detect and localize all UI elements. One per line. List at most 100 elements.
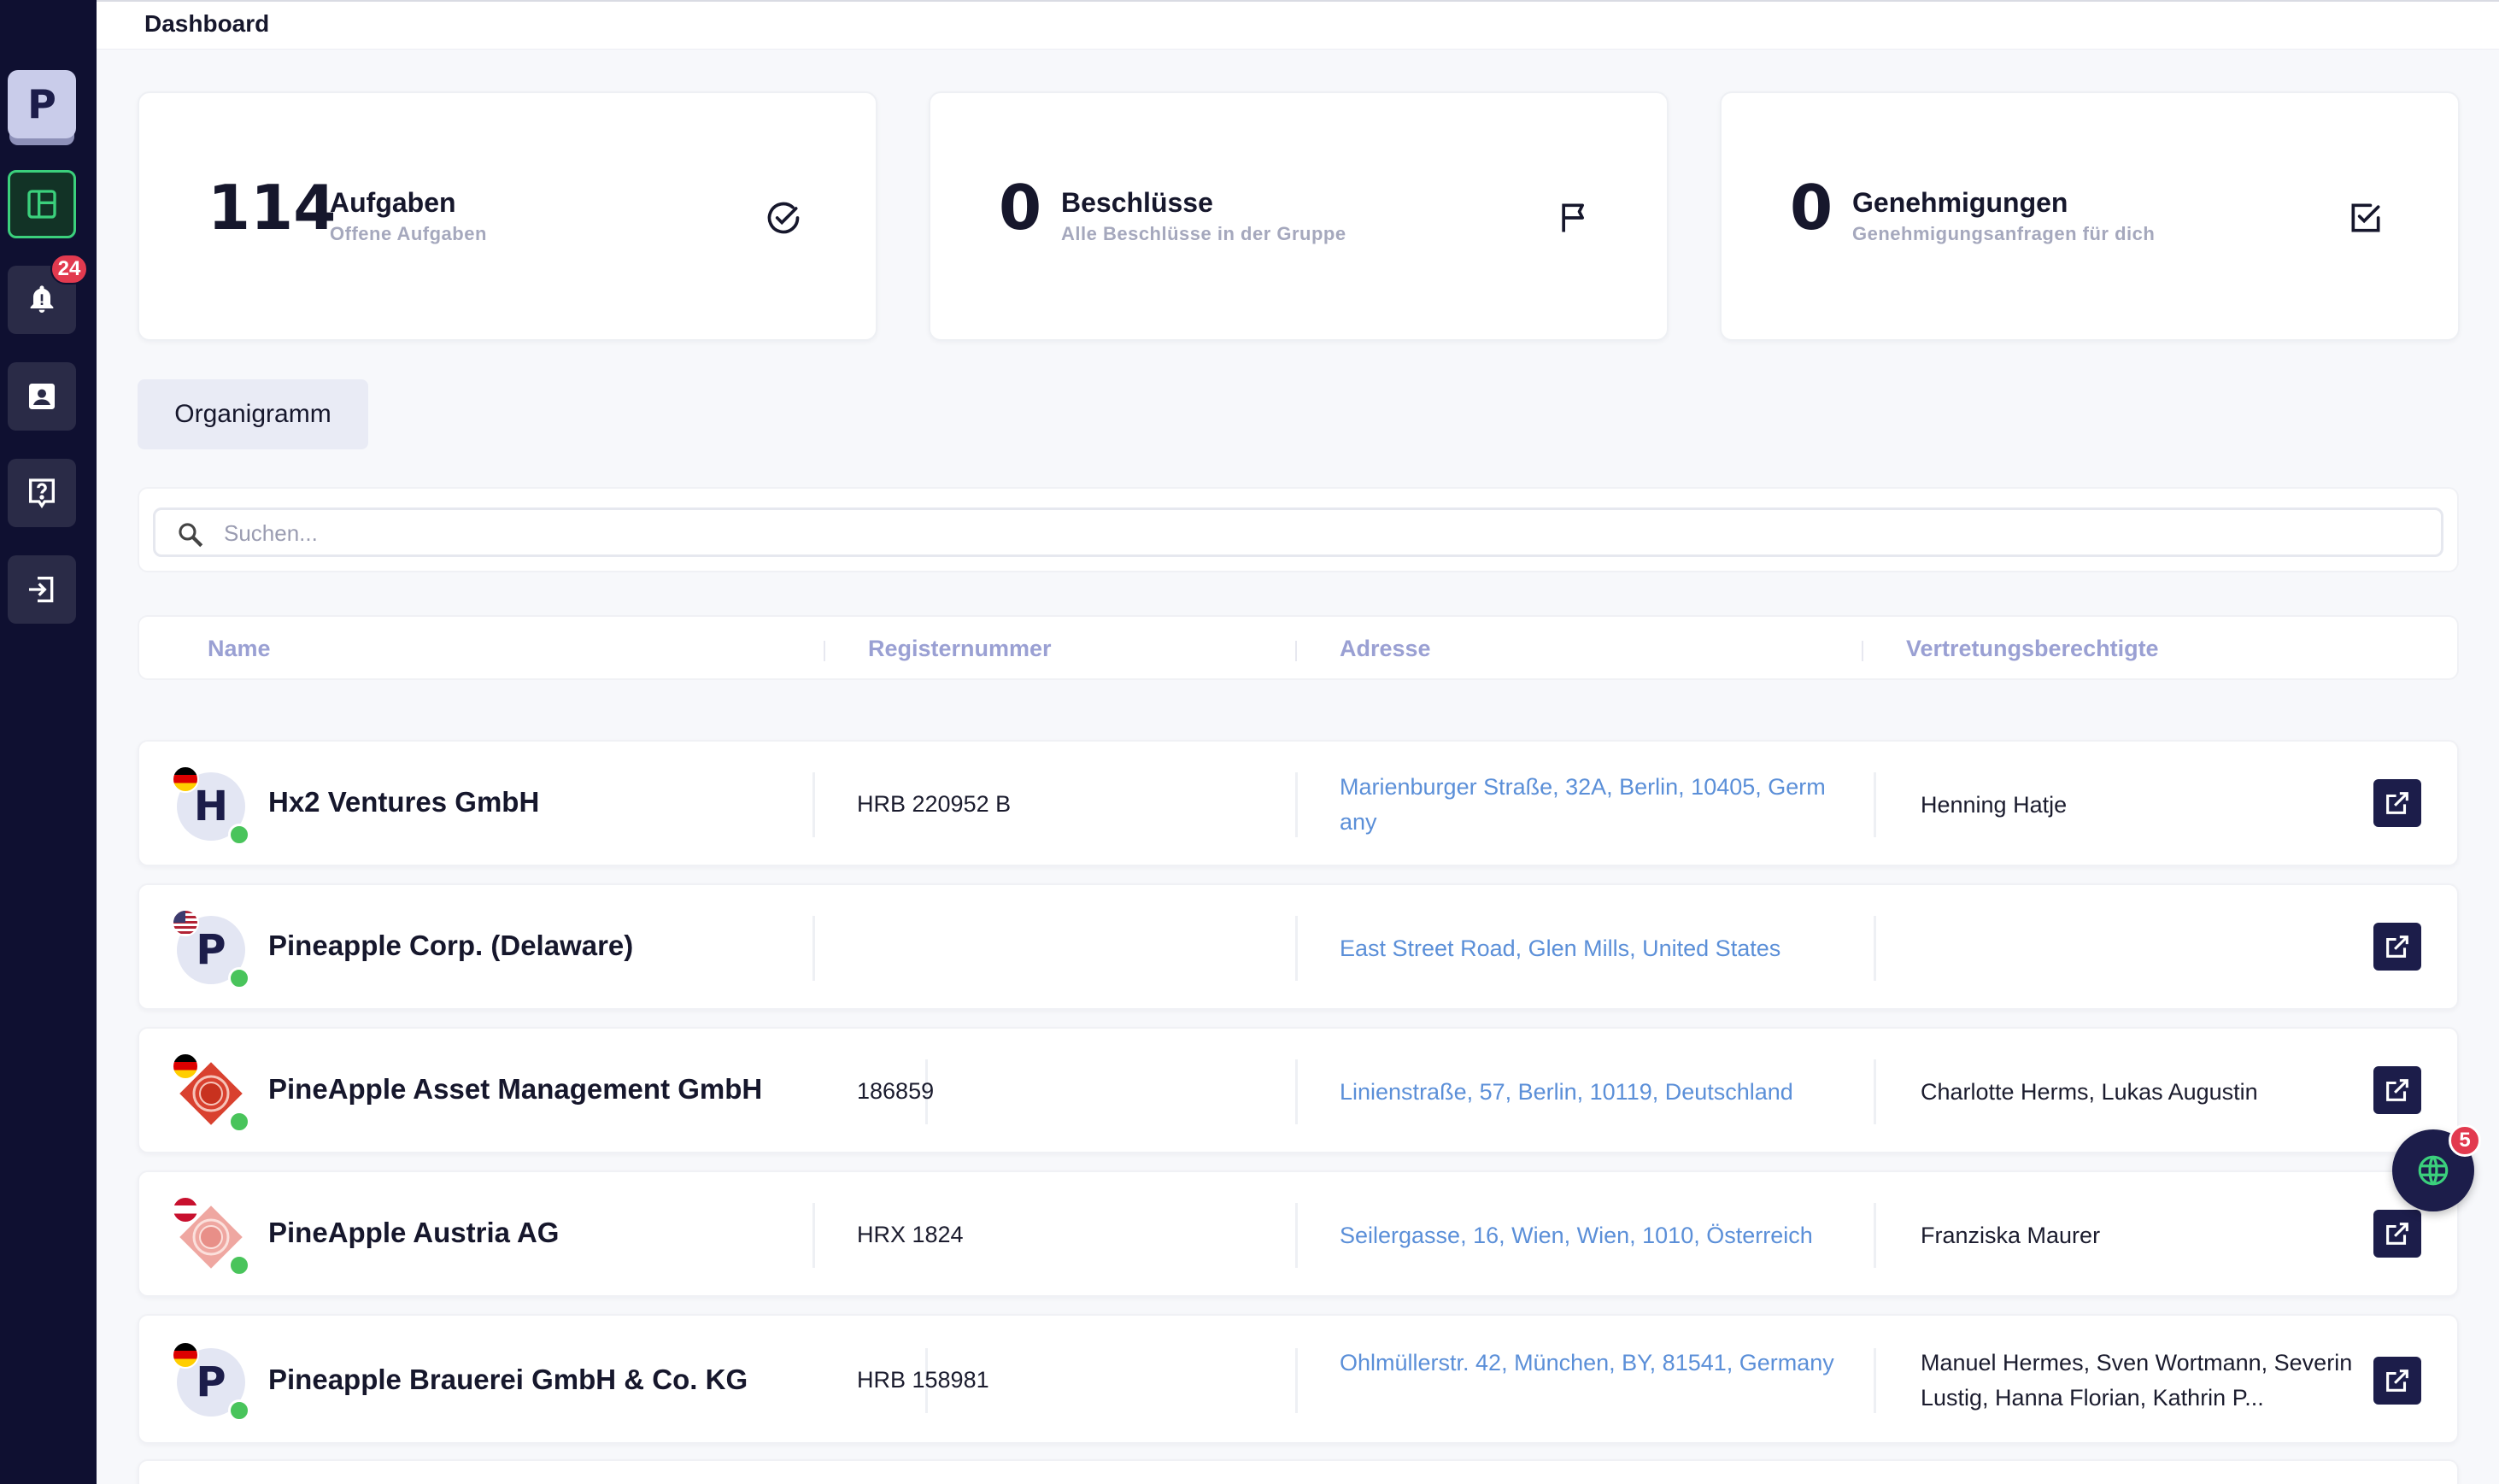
sidebar-item-help[interactable] <box>8 459 76 527</box>
logout-icon <box>29 577 54 602</box>
online-status-indicator <box>228 1399 250 1422</box>
germany-flag-icon <box>172 1341 199 1369</box>
column-divider <box>1295 916 1298 981</box>
column-divider <box>812 1203 815 1268</box>
notification-badge: 24 <box>50 254 88 284</box>
open-button[interactable] <box>2373 779 2421 827</box>
column-divider <box>1874 1348 1876 1413</box>
online-status-indicator <box>228 1111 250 1133</box>
austria-flag-icon <box>172 1196 199 1223</box>
register-number: 186859 <box>857 1078 935 1104</box>
table-row[interactable]: PineApple Asset Management GmbH 186859 L… <box>138 1027 2459 1153</box>
sidebar-item-notifications[interactable]: 24 <box>8 254 88 334</box>
germany-flag-icon <box>172 765 199 793</box>
column-divider <box>1295 1348 1298 1413</box>
table-row[interactable]: PineApple Austria AG HRX 1824 Seilergass… <box>138 1170 2459 1297</box>
company-name: PineApple Austria AG <box>268 1217 560 1248</box>
column-header-name[interactable]: Name <box>208 636 271 662</box>
stat-value: 0 <box>1790 172 1833 243</box>
company-avatar <box>172 1196 250 1276</box>
register-number: HRB 158981 <box>857 1367 989 1393</box>
register-number: HRB 220952 B <box>857 791 1012 817</box>
flag-icon <box>1562 203 1584 232</box>
stat-subtitle: Offene Aufgaben <box>330 223 487 244</box>
register-number: HRX 1824 <box>857 1222 964 1247</box>
address-link[interactable]: Ohlmüllerstr. 42, München, BY, 81541, Ge… <box>1340 1346 1835 1381</box>
table-row[interactable]: P Pineapple Brauerei GmbH & Co. KG HRB 1… <box>138 1314 2459 1444</box>
fab-badge: 5 <box>2449 1124 2481 1157</box>
external-link-icon <box>2386 1079 2408 1101</box>
topbar: Dashboard <box>97 0 2499 50</box>
column-divider <box>812 772 815 837</box>
column-divider <box>824 641 825 661</box>
bell-icon <box>30 285 54 313</box>
open-button[interactable] <box>2373 1357 2421 1405</box>
external-link-icon <box>2386 1370 2408 1392</box>
stat-title: Aufgaben <box>330 187 456 218</box>
page-title: Dashboard <box>144 10 270 37</box>
table-row[interactable] <box>138 1459 2459 1484</box>
open-button[interactable] <box>2373 1210 2421 1258</box>
stat-title: Beschlüsse <box>1061 187 1213 218</box>
external-link-icon <box>2386 792 2408 814</box>
sidebar-item-logout[interactable] <box>8 555 76 624</box>
globe-icon <box>2418 1155 2449 1186</box>
help-icon <box>29 478 55 509</box>
organigramm-button[interactable]: Organigramm <box>138 379 368 449</box>
company-avatar <box>172 1053 250 1133</box>
search-input[interactable] <box>224 517 2411 549</box>
column-divider <box>1874 772 1876 837</box>
stat-card-beschluesse[interactable]: 0 Beschlüsse Alle Beschlüsse in der Grup… <box>929 91 1669 341</box>
table-row[interactable]: H Hx2 Ventures GmbH HRB 220952 B Marienb… <box>138 740 2459 866</box>
company-name: Hx2 Ventures GmbH <box>268 786 540 818</box>
address-link[interactable]: East Street Road, Glen Mills, United Sta… <box>1340 931 1835 966</box>
column-header-representatives[interactable]: Vertretungsberechtigte <box>1906 636 2159 662</box>
table-row[interactable]: P Pineapple Corp. (Delaware) East Street… <box>138 883 2459 1010</box>
external-link-icon <box>2386 936 2408 958</box>
stat-subtitle: Genehmigungsanfragen für dich <box>1852 223 2156 244</box>
column-header-address[interactable]: Adresse <box>1340 636 1431 662</box>
company-avatar: H <box>172 765 250 846</box>
stat-value: 114 <box>208 172 337 243</box>
column-divider <box>1295 641 1297 661</box>
stat-value: 0 <box>999 172 1042 243</box>
app-logo[interactable]: P <box>8 70 76 138</box>
address-link[interactable]: Seilergasse, 16, Wien, Wien, 1010, Öster… <box>1340 1218 1835 1253</box>
representatives: Manuel Hermes, Sven Wortmann, Severin Lu… <box>1921 1350 2353 1411</box>
company-name: Pineapple Brauerei GmbH & Co. KG <box>268 1364 748 1395</box>
column-divider <box>1874 1059 1876 1124</box>
sidebar-item-contacts[interactable] <box>8 362 76 431</box>
search-box[interactable] <box>153 507 2443 557</box>
column-divider <box>1295 1203 1298 1268</box>
company-name: Pineapple Corp. (Delaware) <box>268 930 634 961</box>
online-status-indicator <box>228 824 250 846</box>
column-divider <box>1862 641 1863 661</box>
representatives: Franziska Maurer <box>1921 1223 2101 1248</box>
column-divider <box>1295 1059 1298 1124</box>
external-link-icon <box>2386 1223 2408 1245</box>
sidebar: P 24 <box>0 0 97 1484</box>
germany-flag-icon <box>172 1053 199 1080</box>
check-circle-icon <box>767 202 800 234</box>
column-divider <box>1295 772 1298 837</box>
open-button[interactable] <box>2373 1066 2421 1114</box>
company-avatar: P <box>172 909 250 989</box>
representatives: Henning Hatje <box>1921 792 2068 818</box>
open-button[interactable] <box>2373 923 2421 971</box>
column-header-register[interactable]: Registernummer <box>868 636 1052 662</box>
stat-title: Genehmigungen <box>1852 187 2068 218</box>
address-link[interactable]: Marienburger Straße, 32A, Berlin, 10405,… <box>1340 770 1835 840</box>
checkbox-icon <box>2351 203 2380 232</box>
address-link[interactable]: Linienstraße, 57, Berlin, 10119, Deutsch… <box>1340 1075 1835 1110</box>
stat-card-aufgaben[interactable]: 114 Aufgaben Offene Aufgaben <box>138 91 877 341</box>
floating-globe-button[interactable]: 5 <box>2392 1124 2481 1211</box>
contact-card-icon <box>29 384 55 409</box>
online-status-indicator <box>228 1254 250 1276</box>
search-icon <box>179 523 203 548</box>
column-divider <box>812 916 815 981</box>
stat-card-genehmigungen[interactable]: 0 Genehmigungen Genehmigungsanfragen für… <box>1720 91 2460 341</box>
layout-icon <box>27 190 56 219</box>
sidebar-item-dashboard[interactable] <box>8 170 76 238</box>
search-panel <box>138 487 2459 572</box>
stat-subtitle: Alle Beschlüsse in der Gruppe <box>1061 223 1346 244</box>
